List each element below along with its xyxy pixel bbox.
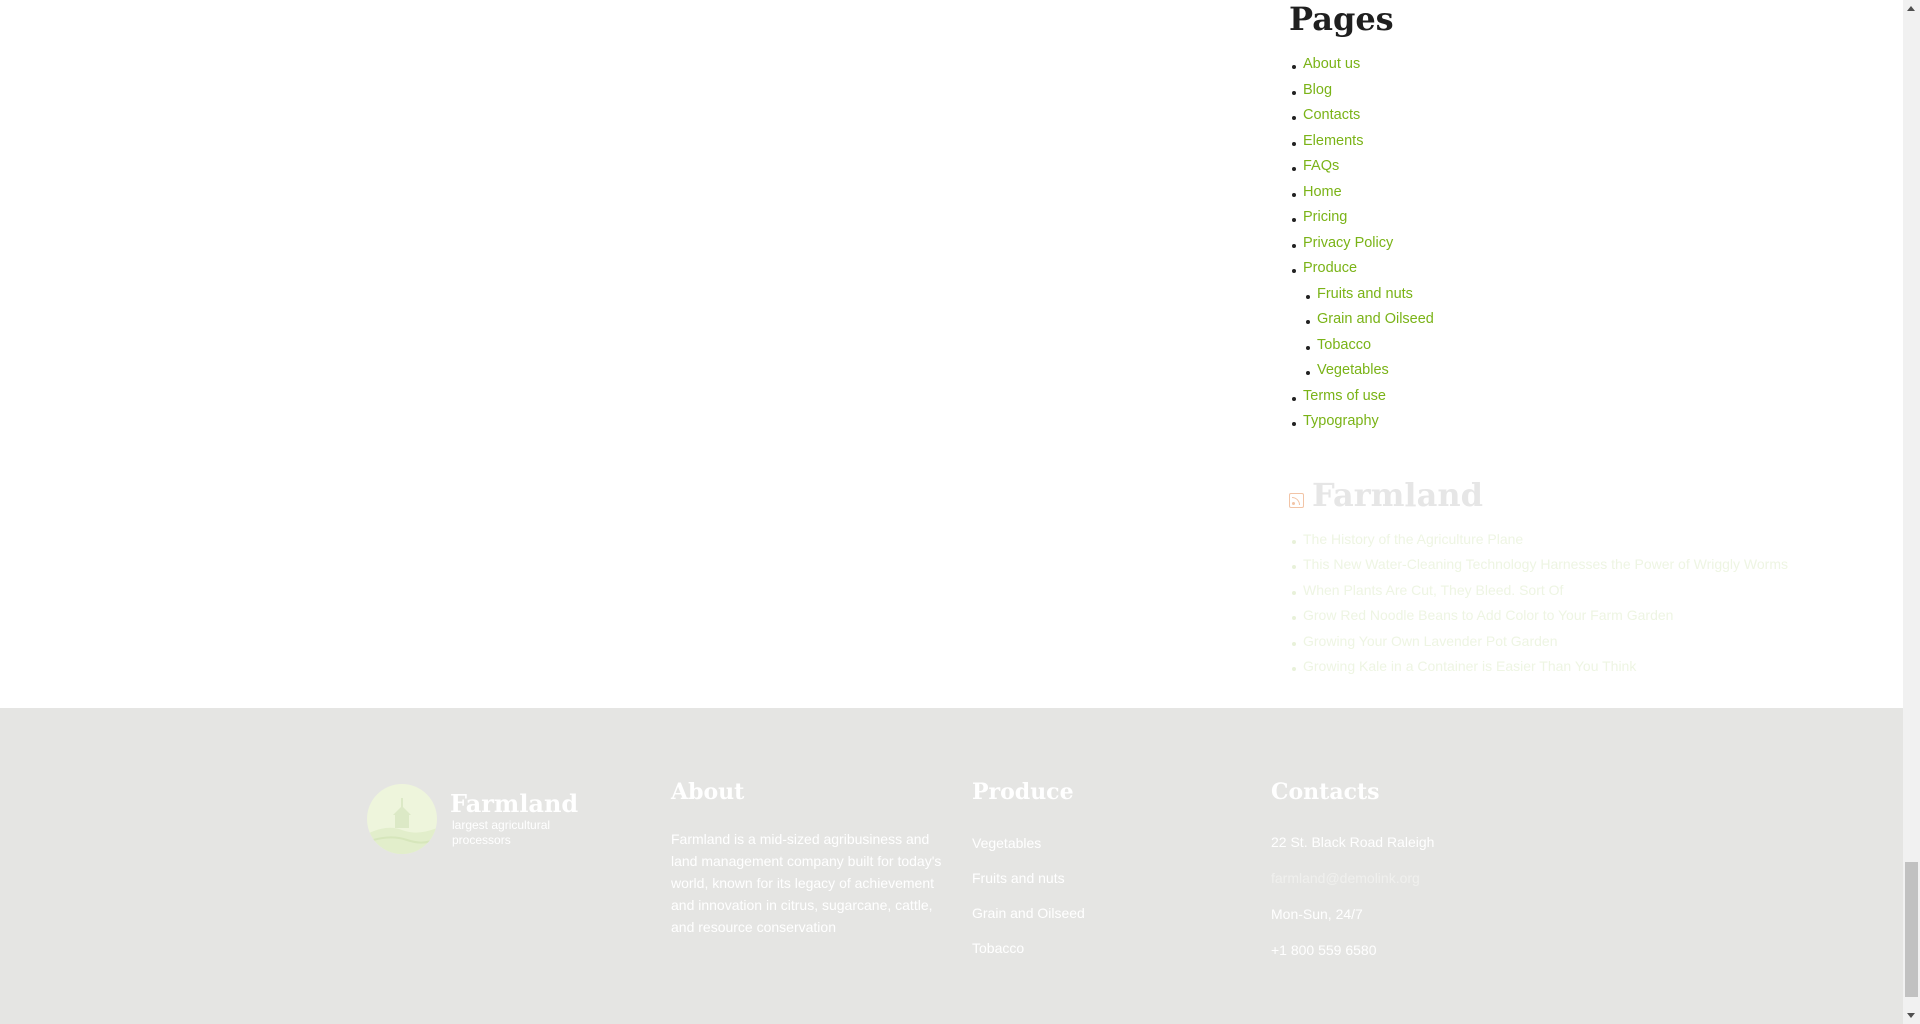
footer-link-grain-and-oilseed[interactable]: Grain and Oilseed <box>972 896 1085 931</box>
pages-list: About us Blog Contacts Elements FAQs Hom… <box>1289 52 1889 435</box>
scroll-up-arrow-icon[interactable] <box>1903 0 1920 17</box>
footer-produce: Produce Vegetables Fruits and nuts Grain… <box>972 778 1085 966</box>
list-item: Growing Your Own Lavender Pot Garden <box>1289 629 1889 655</box>
contacts-block: 22 St. Black Road Raleigh farmland@demol… <box>1271 824 1434 968</box>
rss-icon[interactable] <box>1289 492 1304 508</box>
list-item: Tobacco <box>1303 333 1889 359</box>
list-item: Growing Kale in a Container is Easier Th… <box>1289 654 1889 680</box>
list-item: FAQs <box>1289 154 1889 180</box>
about-text: Farmland is a mid-sized agribusiness and… <box>671 831 942 935</box>
page-link-home[interactable]: Home <box>1303 184 1342 200</box>
produce-heading: Produce <box>972 779 1074 805</box>
page-link-typography[interactable]: Typography <box>1303 413 1379 429</box>
rss-link[interactable]: This New Water-Cleaning Technology Harne… <box>1303 556 1788 572</box>
list-item: This New Water-Cleaning Technology Harne… <box>1289 552 1889 578</box>
rss-link[interactable]: Grow Red Noodle Beans to Add Color to Yo… <box>1303 607 1673 623</box>
rss-link[interactable]: When Plants Are Cut, They Bleed. Sort Of <box>1303 582 1563 598</box>
rss-link[interactable]: Growing Kale in a Container is Easier Th… <box>1303 658 1636 674</box>
page-link-produce[interactable]: Produce <box>1303 260 1357 276</box>
list-item: Blog <box>1289 78 1889 104</box>
list-item: Pricing <box>1289 205 1889 231</box>
produce-links: Vegetables Fruits and nuts Grain and Oil… <box>972 826 1085 966</box>
contact-hours: Mon-Sun, 24/7 <box>1271 906 1363 922</box>
rss-link[interactable]: Growing Your Own Lavender Pot Garden <box>1303 633 1558 649</box>
scroll-down-arrow-icon[interactable] <box>1903 1007 1920 1024</box>
page-link-fruits-and-nuts[interactable]: Fruits and nuts <box>1317 286 1413 302</box>
list-item: Produce Fruits and nuts Grain and Oilsee… <box>1289 256 1889 384</box>
page-link-terms-of-use[interactable]: Terms of use <box>1303 388 1386 404</box>
footer-logo[interactable]: Farmland largest agricultural processors <box>367 784 578 854</box>
footer-contacts: Contacts 22 St. Black Road Raleigh farml… <box>1271 778 1434 968</box>
scrollbar-thumb[interactable] <box>1905 862 1918 997</box>
farmland-logo-icon <box>367 784 437 854</box>
contacts-heading: Contacts <box>1271 779 1380 805</box>
rss-link[interactable]: The History of the Agriculture Plane <box>1303 531 1523 547</box>
page-link-contacts[interactable]: Contacts <box>1303 107 1360 123</box>
footer-about: About Farmland is a mid-sized agribusine… <box>671 778 943 938</box>
page-link-privacy-policy[interactable]: Privacy Policy <box>1303 235 1393 251</box>
list-item: Privacy Policy <box>1289 231 1889 257</box>
list-item: Vegetables <box>1303 358 1889 384</box>
list-item: About us <box>1289 52 1889 78</box>
brand-tagline: largest agricultural processors <box>452 818 551 847</box>
page-link-pricing[interactable]: Pricing <box>1303 209 1347 225</box>
page-link-vegetables[interactable]: Vegetables <box>1317 362 1389 378</box>
list-item: Home <box>1289 180 1889 206</box>
site-footer: Farmland largest agricultural processors… <box>0 708 1903 1024</box>
contact-address: 22 St. Black Road Raleigh <box>1271 834 1435 850</box>
main-content: Pages About us Blog Contacts Elements FA… <box>0 0 1903 708</box>
footer-link-vegetables[interactable]: Vegetables <box>972 826 1085 861</box>
logo-text: Farmland largest agricultural processors <box>450 790 578 848</box>
list-item: Fruits and nuts <box>1303 282 1889 308</box>
page-link-tobacco[interactable]: Tobacco <box>1317 337 1371 353</box>
contact-email-link[interactable]: farmland@demolink.org <box>1271 860 1434 896</box>
page-link-faqs[interactable]: FAQs <box>1303 158 1339 174</box>
page-link-grain-and-oilseed[interactable]: Grain and Oilseed <box>1317 311 1434 327</box>
list-item: Terms of use <box>1289 384 1889 410</box>
list-item: Contacts <box>1289 103 1889 129</box>
pages-widget-title: Pages <box>1289 0 1394 38</box>
brand-name: Farmland <box>450 789 579 818</box>
list-item: Grain and Oilseed <box>1303 307 1889 333</box>
page-link-blog[interactable]: Blog <box>1303 82 1332 98</box>
footer-link-fruits-and-nuts[interactable]: Fruits and nuts <box>972 861 1085 896</box>
list-item: When Plants Are Cut, They Bleed. Sort Of <box>1289 578 1889 604</box>
page-link-elements[interactable]: Elements <box>1303 133 1363 149</box>
list-item: The History of the Agriculture Plane <box>1289 527 1889 553</box>
list-item: Elements <box>1289 129 1889 155</box>
rss-list: The History of the Agriculture Plane Thi… <box>1289 527 1889 680</box>
list-item: Typography <box>1289 409 1889 435</box>
contact-phone[interactable]: +1 800 559 6580 <box>1271 932 1434 968</box>
rss-widget-title: Farmland <box>1289 475 1889 515</box>
sidebar: Pages About us Blog Contacts Elements FA… <box>1289 0 1889 680</box>
page-link-about-us[interactable]: About us <box>1303 56 1360 72</box>
vertical-scrollbar[interactable] <box>1903 0 1920 1024</box>
rss-title-text[interactable]: Farmland <box>1312 475 1483 515</box>
produce-sublist: Fruits and nuts Grain and Oilseed Tobacc… <box>1303 282 1889 384</box>
about-heading: About <box>671 779 745 805</box>
list-item: Grow Red Noodle Beans to Add Color to Yo… <box>1289 603 1889 629</box>
footer-link-tobacco[interactable]: Tobacco <box>972 931 1085 966</box>
